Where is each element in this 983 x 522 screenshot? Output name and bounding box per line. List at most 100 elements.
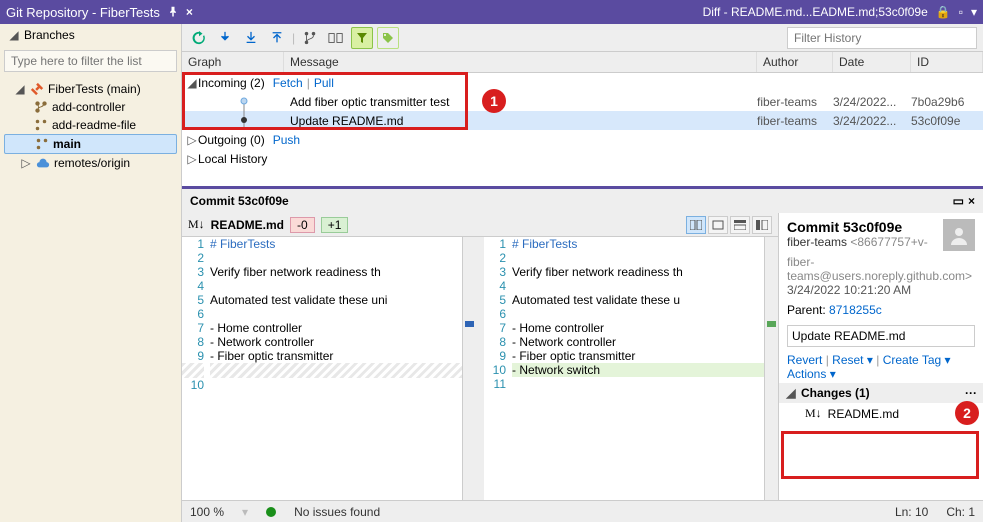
commit-author: fiber-teams xyxy=(757,114,833,128)
diff-title: Diff - README.md...EADME.md;53c0f09e xyxy=(703,5,928,19)
tag-button[interactable] xyxy=(377,27,399,49)
sidebar: ◢ Branches ◢ FiberTests (main) add-contr… xyxy=(0,24,182,522)
actions-link[interactable]: Actions ▾ xyxy=(787,367,836,381)
close-tab-icon[interactable]: × xyxy=(186,5,193,19)
parent-label: Parent: xyxy=(787,303,826,317)
git-icon xyxy=(30,82,44,96)
window-title: Git Repository - FiberTests xyxy=(6,5,160,20)
avatar xyxy=(943,219,975,251)
pull-button[interactable] xyxy=(240,27,262,49)
branches-heading: Branches xyxy=(24,28,75,42)
push-link[interactable]: Push xyxy=(273,133,300,147)
issues-status[interactable]: No issues found xyxy=(294,505,380,519)
char-indicator[interactable]: Ch: 1 xyxy=(946,505,975,519)
commit-header-text: Commit 53c0f09e xyxy=(190,194,289,208)
reset-link[interactable]: Reset ▾ xyxy=(832,353,873,367)
push-button[interactable] xyxy=(266,27,288,49)
branch-label: add-readme-file xyxy=(52,118,136,132)
branch-item[interactable]: add-controller xyxy=(4,98,177,116)
diff-filename: README.md xyxy=(211,218,284,232)
local-history-section[interactable]: ▷ Local History xyxy=(182,149,983,168)
window-close-icon[interactable]: × xyxy=(968,194,975,208)
deletions-count: -0 xyxy=(290,217,315,233)
create-tag-link[interactable]: Create Tag ▾ xyxy=(883,353,951,367)
additions-count: +1 xyxy=(321,217,349,233)
outgoing-label: Outgoing (0) xyxy=(198,133,265,147)
col-author[interactable]: Author xyxy=(757,52,833,72)
branch-item[interactable]: add-readme-file xyxy=(4,116,177,134)
view-button[interactable] xyxy=(730,216,750,234)
line-gutter: 1234567891011 xyxy=(484,237,512,500)
commit-author: fiber-teams xyxy=(787,235,847,249)
code-left: # FiberTests Verify fiber network readin… xyxy=(210,237,462,500)
pin-icon[interactable] xyxy=(166,5,180,19)
commit-date: 3/24/2022 10:21:20 AM xyxy=(787,283,975,297)
parent-link[interactable]: 8718255c xyxy=(829,303,882,317)
local-history-label: Local History xyxy=(198,152,267,166)
status-bar: 100 % ▾ No issues found Ln: 10 Ch: 1 xyxy=(182,500,983,522)
commit-header: Commit 53c0f09e ▭ × xyxy=(182,189,983,213)
refresh-button[interactable] xyxy=(188,27,210,49)
fetch-button[interactable] xyxy=(214,27,236,49)
changed-file-name: README.md xyxy=(828,407,899,421)
branch-button[interactable] xyxy=(299,27,321,49)
title-bar: Git Repository - FiberTests × Diff - REA… xyxy=(0,0,983,24)
more-icon[interactable]: ··· xyxy=(965,386,977,400)
filter-input[interactable] xyxy=(4,50,177,72)
zoom-level[interactable]: 100 % xyxy=(190,505,224,519)
branch-icon xyxy=(35,137,49,151)
commit-date: 3/24/2022... xyxy=(833,114,911,128)
window-min-icon[interactable]: ▭ xyxy=(953,194,964,208)
commit-details-panel: Commit 53c0f09e fiber-teams <86677757+v-… xyxy=(778,213,983,500)
diff-left-pane[interactable]: 12345678910 # FiberTests Verify fiber ne… xyxy=(182,237,476,500)
status-ok-icon xyxy=(266,507,276,517)
inline-button[interactable] xyxy=(708,216,728,234)
commit-email: fiber-teams@users.noreply.github.com> xyxy=(787,255,975,283)
annotation-box-1 xyxy=(182,72,468,130)
cloud-icon xyxy=(36,156,50,170)
branch-label: main xyxy=(53,137,81,151)
branch-icon xyxy=(34,118,48,132)
scroll-indicator[interactable] xyxy=(462,237,476,500)
col-date[interactable]: Date xyxy=(833,52,911,72)
branch-item-main[interactable]: main xyxy=(4,134,177,154)
filter-button[interactable] xyxy=(351,27,373,49)
diff-toolbar: M↓ README.md -0 +1 xyxy=(182,213,778,237)
commit-author: fiber-teams xyxy=(757,95,833,109)
window-button[interactable]: ▾ xyxy=(971,5,977,19)
outgoing-section[interactable]: ▷ Outgoing (0) Push xyxy=(182,130,983,149)
line-indicator[interactable]: Ln: 10 xyxy=(895,505,928,519)
annotation-badge-2: 2 xyxy=(955,401,979,425)
diff-right-pane[interactable]: 1234567891011 # FiberTests Verify fiber … xyxy=(476,237,778,500)
collapse-icon[interactable]: ◢ xyxy=(8,28,20,42)
col-message[interactable]: Message xyxy=(284,52,757,72)
file-type-icon: M↓ xyxy=(805,406,822,421)
code-right: # FiberTests Verify fiber network readin… xyxy=(512,237,764,500)
commit-actions: Revert | Reset ▾ | Create Tag ▾ Actions … xyxy=(779,351,983,383)
scroll-indicator[interactable] xyxy=(764,237,778,500)
revert-link[interactable]: Revert xyxy=(787,353,822,367)
repo-label: FiberTests (main) xyxy=(48,82,141,96)
changed-file-item[interactable]: M↓ README.md M xyxy=(779,403,983,424)
view-button[interactable] xyxy=(752,216,772,234)
commit-id: 7b0a29b6 xyxy=(911,95,983,109)
side-by-side-button[interactable] xyxy=(686,216,706,234)
remotes-node[interactable]: ▷ remotes/origin xyxy=(4,154,177,172)
diff-prefix-icon: M↓ xyxy=(188,217,205,232)
window-button[interactable]: ▫ xyxy=(959,5,963,19)
grid-header: Graph Message Author Date ID xyxy=(182,52,983,73)
repo-node[interactable]: ◢ FiberTests (main) xyxy=(4,80,177,98)
col-graph[interactable]: Graph xyxy=(182,52,284,72)
col-id[interactable]: ID xyxy=(911,52,983,72)
annotation-badge-1: 1 xyxy=(482,89,506,113)
annotation-box-2 xyxy=(781,431,979,479)
branch-icon xyxy=(34,100,48,114)
history-toolbar: | xyxy=(182,24,983,52)
remotes-label: remotes/origin xyxy=(54,156,130,170)
toggle1-button[interactable] xyxy=(325,27,347,49)
line-gutter: 12345678910 xyxy=(182,237,210,500)
commit-message-box[interactable]: Update README.md xyxy=(787,325,975,347)
filter-history-input[interactable] xyxy=(787,27,977,49)
lock-icon: 🔒 xyxy=(936,5,951,19)
changes-header[interactable]: ◢Changes (1) ··· xyxy=(779,383,983,403)
